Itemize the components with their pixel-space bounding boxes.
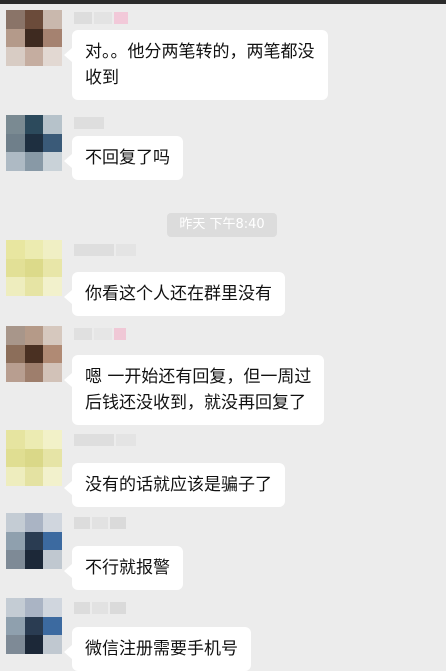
avatar[interactable]	[6, 240, 62, 296]
timestamp-divider: 昨天 下午8:40	[167, 213, 277, 237]
message-text: 不行就报警	[85, 558, 170, 578]
sender-name-blurred	[74, 244, 136, 256]
message-bubble[interactable]: 你看这个人还在群里没有	[64, 272, 285, 316]
message-text: 不回复了吗	[85, 148, 170, 168]
message-text-line-1: 对。。他分两笔转的，两笔都没	[85, 42, 315, 62]
avatar[interactable]	[6, 10, 62, 66]
avatar[interactable]	[6, 115, 62, 171]
sender-name-blurred	[74, 517, 126, 529]
message-bubble[interactable]: 对。。他分两笔转的，两笔都没 收到	[64, 30, 328, 100]
status-bar	[0, 0, 446, 4]
sender-name-blurred	[74, 434, 136, 446]
message-text: 你看这个人还在群里没有	[85, 284, 272, 304]
sender-name-blurred	[74, 117, 104, 129]
avatar[interactable]	[6, 326, 62, 382]
avatar[interactable]	[6, 513, 62, 569]
message-bubble[interactable]: 嗯 一开始还有回复，但一周过 后钱还没收到，就没再回复了	[63, 355, 325, 425]
message-bubble[interactable]: 没有的话就应该是骗子了	[64, 463, 285, 507]
message-text: 没有的话就应该是骗子了	[85, 475, 272, 495]
avatar[interactable]	[6, 430, 62, 486]
sender-name-blurred	[74, 328, 126, 340]
message-text-line-2: 收到	[85, 68, 119, 88]
message-text-line-1: 嗯 一开始还有回复，但一周过	[85, 367, 312, 387]
message-text: 微信注册需要手机号	[85, 639, 238, 659]
sender-name-blurred	[74, 602, 126, 614]
message-bubble[interactable]: 微信注册需要手机号	[64, 627, 251, 671]
sender-name-blurred	[74, 12, 128, 24]
avatar[interactable]	[6, 598, 62, 654]
message-text-line-2: 后钱还没收到，就没再回复了	[85, 393, 306, 413]
message-bubble[interactable]: 不行就报警	[64, 546, 183, 590]
message-bubble[interactable]: 不回复了吗	[64, 136, 183, 180]
